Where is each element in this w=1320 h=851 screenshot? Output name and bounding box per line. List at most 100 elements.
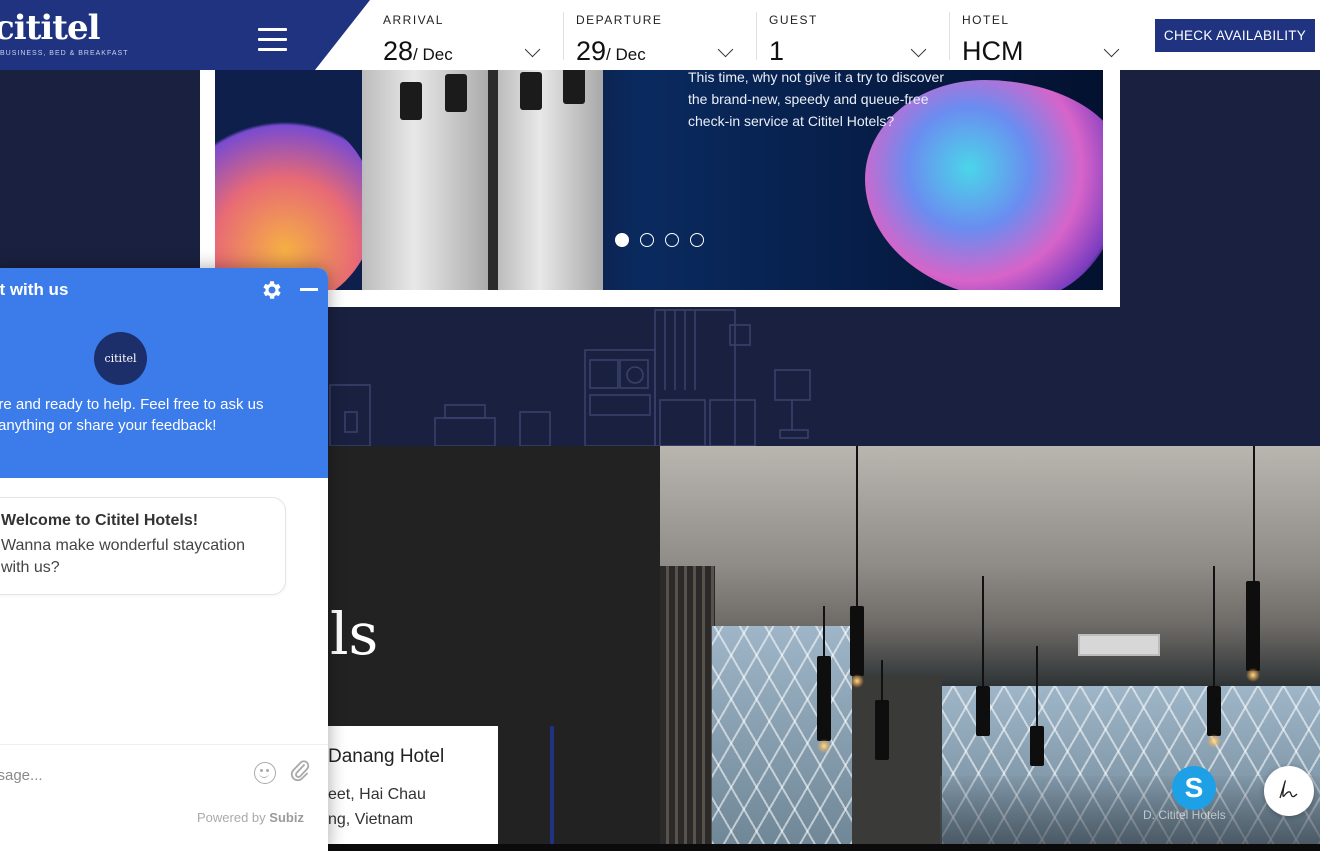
- hamburger-menu-icon[interactable]: [258, 28, 288, 52]
- arrival-value: 28/ Dec: [383, 36, 453, 67]
- lamp-glow: [850, 674, 864, 688]
- chat-intro-line: anything or share your feedback!: [0, 417, 217, 434]
- hotel-label: HOTEL: [962, 13, 1010, 27]
- chat-message-input[interactable]: [0, 761, 240, 789]
- lamp-glow: [1207, 734, 1221, 748]
- locker-gap: [488, 60, 498, 290]
- wood-slats: [660, 566, 715, 844]
- lobby-photo: [660, 446, 1320, 844]
- address-line: eet, Hai Chau: [328, 786, 426, 803]
- paperclip-icon[interactable]: [290, 759, 310, 783]
- guest-label: GUEST: [769, 13, 818, 27]
- accent-bar: [550, 726, 554, 844]
- divider: [756, 12, 757, 60]
- lamp-glow: [1246, 668, 1260, 682]
- pendant-cord: [881, 660, 883, 700]
- pendant-cord: [1036, 646, 1038, 726]
- wall-pillar: [852, 676, 942, 844]
- bubble-line: Wanna make wonderful staycation: [1, 537, 245, 554]
- locker-handle: [563, 66, 585, 104]
- guest-value: 1: [769, 36, 785, 66]
- pendant-cord: [1253, 446, 1255, 581]
- arrival-day: 28: [383, 36, 414, 66]
- locker-handle: [400, 82, 422, 120]
- bubble-title: Welcome to Cititel Hotels!: [1, 512, 199, 529]
- departure-value: 29/ Dec: [576, 36, 646, 67]
- bubble-line: with us?: [1, 559, 60, 576]
- pendant-cord: [856, 446, 858, 606]
- pendant-lamp: [875, 700, 889, 760]
- arrival-month: / Dec: [413, 45, 453, 64]
- section-heading: ls: [330, 600, 379, 668]
- address-line: ng, Vietnam: [328, 811, 414, 828]
- chat-widget: at with us cititel ere and ready to help…: [0, 268, 328, 851]
- chat-input-row: [0, 744, 328, 804]
- city-view: [940, 776, 1320, 844]
- powered-prefix: Powered by: [197, 810, 266, 825]
- hotel-card[interactable]: Danang Hotel eet, Hai Chau ng, Vietnam: [300, 726, 498, 844]
- locker-image: [362, 60, 492, 290]
- ac-unit: [1078, 634, 1160, 656]
- gear-icon[interactable]: [260, 278, 284, 302]
- minimize-icon[interactable]: [300, 288, 318, 291]
- guest-field[interactable]: GUEST 1: [769, 0, 939, 70]
- pendant-cord: [982, 576, 984, 686]
- slider-dot-3[interactable]: [665, 233, 679, 247]
- brand-block: cititel BUSINESS, BED & BREAKFAST: [0, 0, 370, 70]
- hero-description: This time, why not give it a try to disc…: [688, 66, 988, 132]
- pendant-lamp: [976, 686, 990, 736]
- chevron-down-icon[interactable]: [524, 41, 541, 58]
- logo-tagline: BUSINESS, BED & BREAKFAST: [0, 50, 129, 57]
- slider-dot-2[interactable]: [640, 233, 654, 247]
- divider: [563, 12, 564, 60]
- hotel-card-address: eet, Hai Chau ng, Vietnam: [328, 782, 426, 832]
- lamp-glow: [817, 739, 831, 753]
- signature-glyph: [1279, 780, 1298, 799]
- chat-title: at with us: [0, 280, 69, 299]
- departure-label: DEPARTURE: [576, 13, 663, 27]
- skype-icon[interactable]: S: [1172, 766, 1216, 810]
- departure-month: / Dec: [606, 45, 646, 64]
- building-line-art: [329, 309, 811, 446]
- hotel-card-name: Danang Hotel: [328, 746, 445, 767]
- divider: [949, 12, 950, 60]
- check-availability-button[interactable]: CHECK AVAILABILITY: [1155, 19, 1315, 52]
- pendant-lamp: [1207, 686, 1221, 736]
- signature-icon[interactable]: [1264, 766, 1314, 816]
- pendant-cord: [1213, 566, 1215, 686]
- photo-caption: D. Cititel Hotels: [1143, 808, 1226, 822]
- decorative-blob: [215, 110, 375, 290]
- slider-dot-4[interactable]: [690, 233, 704, 247]
- pendant-lamp: [1030, 726, 1044, 766]
- site-logo[interactable]: cititel: [0, 8, 100, 48]
- hero-image: This time, why not give it a try to disc…: [215, 60, 1103, 290]
- hotel-field[interactable]: HOTEL HCM: [962, 0, 1132, 70]
- chevron-down-icon[interactable]: [910, 41, 927, 58]
- powered-brand-link[interactable]: Subiz: [269, 810, 304, 825]
- hero-text-line: the brand-new, speedy and queue-free: [688, 91, 929, 107]
- chevron-down-icon[interactable]: [717, 41, 734, 58]
- emoji-icon[interactable]: [254, 762, 276, 784]
- pendant-lamp: [817, 656, 831, 741]
- slider-dot-1[interactable]: [615, 233, 629, 247]
- locker-handle: [445, 74, 467, 112]
- chat-message-bubble: Welcome to Cititel Hotels! Wanna make wo…: [0, 497, 286, 595]
- departure-field[interactable]: DEPARTURE 29/ Dec: [576, 0, 746, 70]
- hotel-value: HCM: [962, 36, 1024, 66]
- pendant-cord: [823, 606, 825, 656]
- lattice-window: [712, 626, 852, 844]
- site-header: cititel BUSINESS, BED & BREAKFAST ARRIVA…: [0, 0, 1320, 70]
- chevron-down-icon[interactable]: [1103, 41, 1120, 58]
- pendant-lamp: [850, 606, 864, 676]
- departure-day: 29: [576, 36, 607, 66]
- locker-image: [498, 60, 603, 290]
- arrival-field[interactable]: ARRIVAL 28/ Dec: [383, 0, 553, 70]
- locker-handle: [520, 72, 542, 110]
- pendant-lamp: [1246, 581, 1260, 671]
- arrival-label: ARRIVAL: [383, 13, 444, 27]
- slider-pagination: [615, 233, 704, 247]
- bubble-body: Wanna make wonderful staycation with us?: [1, 535, 281, 579]
- chat-intro: ere and ready to help. Feel free to ask …: [0, 394, 310, 436]
- powered-by: Powered by Subiz: [197, 810, 304, 825]
- hero-text-line: check-in service at Cititel Hotels?: [688, 113, 895, 129]
